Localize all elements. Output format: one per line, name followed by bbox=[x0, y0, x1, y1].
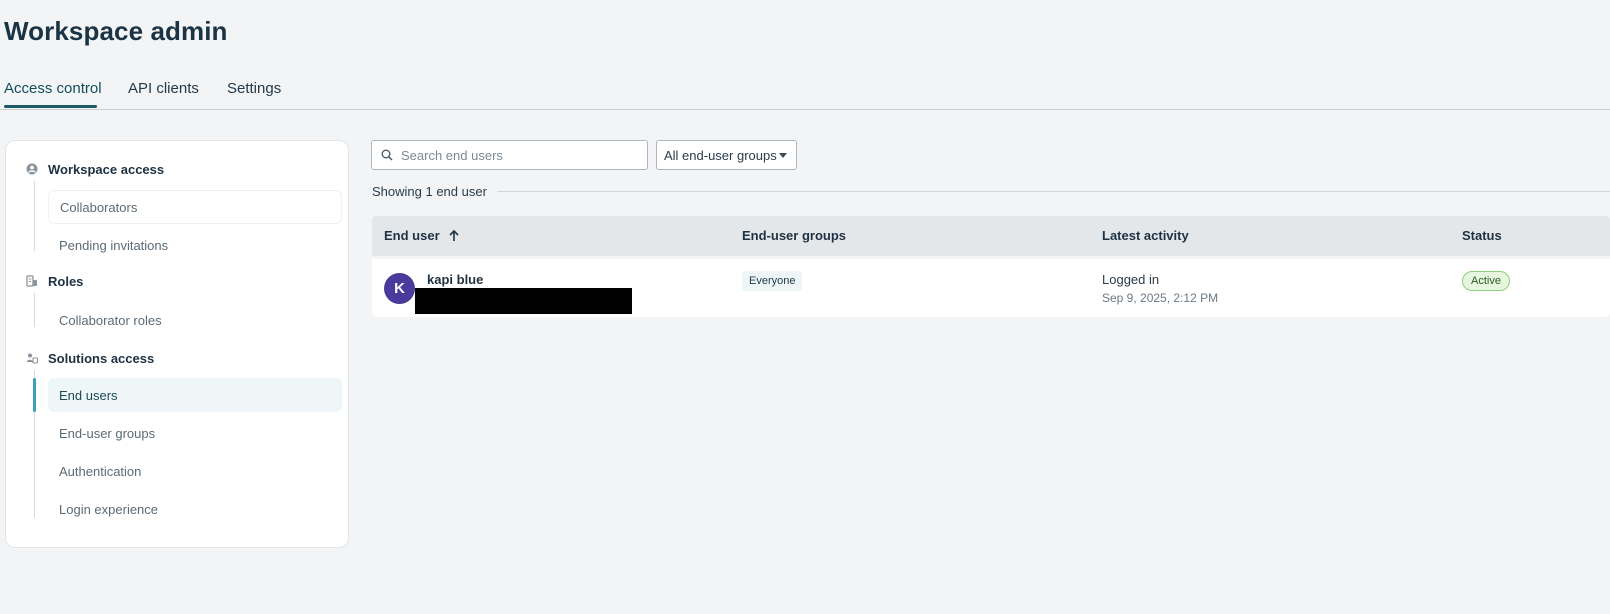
sort-ascending-icon bbox=[449, 229, 459, 241]
sidebar-item-authentication[interactable]: Authentication bbox=[48, 454, 342, 488]
section-label: Roles bbox=[48, 273, 84, 289]
sidebar-item-pending-invitations[interactable]: Pending invitations bbox=[48, 228, 342, 262]
column-header-status[interactable]: Status bbox=[1462, 228, 1502, 243]
page-title: Workspace admin bbox=[4, 16, 228, 46]
column-header-end-user-groups[interactable]: End-user groups bbox=[742, 228, 846, 243]
column-header-end-user[interactable]: End user bbox=[384, 228, 459, 243]
search-input[interactable] bbox=[401, 147, 631, 163]
section-label: Workspace access bbox=[48, 161, 165, 177]
column-header-latest-activity[interactable]: Latest activity bbox=[1102, 228, 1189, 243]
sidebar-item-end-user-groups[interactable]: End-user groups bbox=[48, 416, 342, 450]
group-chip: Everyone bbox=[742, 271, 803, 291]
section-solutions-access: Solutions access bbox=[26, 348, 154, 368]
roles-icon bbox=[26, 275, 38, 287]
sidebar-item-login-experience[interactable]: Login experience bbox=[48, 492, 342, 526]
user-name: kapi blue bbox=[427, 272, 484, 287]
tab-settings[interactable]: Settings bbox=[227, 80, 281, 97]
active-item-bar bbox=[33, 378, 36, 412]
section-roles: Roles bbox=[26, 271, 83, 291]
section-workspace-access: Workspace access bbox=[26, 159, 164, 179]
results-count: Showing 1 end user bbox=[372, 184, 497, 199]
chevron-down-icon bbox=[779, 153, 787, 158]
people-icon bbox=[26, 352, 38, 364]
group-filter-dropdown[interactable]: All end-user groups bbox=[656, 140, 797, 170]
sidebar: Workspace access Collaborators Pending i… bbox=[5, 140, 349, 548]
sidebar-item-collaborator-roles[interactable]: Collaborator roles bbox=[48, 303, 342, 337]
status-badge: Active bbox=[1462, 271, 1510, 291]
table-header: End user End-user groups Latest activity… bbox=[372, 216, 1610, 256]
tab-access-control[interactable]: Access control bbox=[4, 80, 102, 97]
search-box bbox=[371, 140, 648, 170]
user-circle-icon bbox=[26, 163, 38, 175]
activity-label: Logged in bbox=[1102, 272, 1160, 287]
section-line bbox=[34, 181, 35, 251]
tab-bar: Access control API clients Settings bbox=[0, 72, 1610, 110]
active-tab-indicator bbox=[4, 105, 97, 108]
sidebar-item-collaborators[interactable]: Collaborators bbox=[48, 190, 342, 224]
section-line bbox=[34, 293, 35, 327]
section-label: Solutions access bbox=[48, 350, 155, 366]
search-icon bbox=[381, 149, 393, 161]
summary-divider bbox=[372, 191, 1610, 192]
avatar: K bbox=[384, 273, 415, 304]
redacted-email bbox=[415, 288, 632, 314]
sidebar-item-end-users[interactable]: End users bbox=[48, 378, 342, 412]
activity-time: Sep 9, 2025, 2:12 PM bbox=[1102, 291, 1219, 305]
tab-api-clients[interactable]: API clients bbox=[128, 80, 199, 97]
table-row[interactable]: K kapi blue Everyone Logged in Sep 9, 20… bbox=[372, 259, 1610, 317]
group-filter-value: All end-user groups bbox=[664, 147, 777, 163]
